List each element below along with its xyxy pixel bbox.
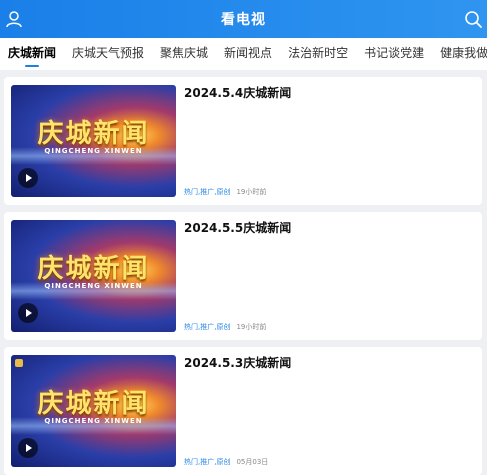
video-time: 05月03日 xyxy=(236,458,269,466)
video-thumbnail[interactable]: 庆城新闻 QINGCHENG XINWEN xyxy=(11,355,176,467)
thumbnail-subtitle: QINGCHENG XINWEN xyxy=(44,282,143,290)
tab-qingcheng-news[interactable]: 庆城新闻 xyxy=(0,38,64,70)
play-icon[interactable] xyxy=(18,438,38,458)
top-bar: 看电视 xyxy=(0,0,487,38)
video-title[interactable]: 2024.5.5庆城新闻 xyxy=(184,219,291,236)
list-item[interactable]: 庆城新闻 QINGCHENG XINWEN 2024.5.5庆城新闻 热门,推广… xyxy=(4,212,482,340)
video-meta: 热门,推广,原创 19小时前 xyxy=(184,322,266,332)
video-title[interactable]: 2024.5.4庆城新闻 xyxy=(184,84,291,101)
tab-health[interactable]: 健康我做主 xyxy=(432,38,487,70)
video-tags: 热门,推广,原创 xyxy=(184,458,231,466)
tab-news-view[interactable]: 新闻视点 xyxy=(216,38,280,70)
tab-weather[interactable]: 庆城天气预报 xyxy=(64,38,152,70)
video-tags: 热门,推广,原创 xyxy=(184,188,231,196)
play-icon[interactable] xyxy=(18,168,38,188)
thumbnail-title: 庆城新闻 xyxy=(37,389,150,419)
tab-focus[interactable]: 聚焦庆城 xyxy=(152,38,216,70)
video-time: 19小时前 xyxy=(236,323,267,331)
video-time: 19小时前 xyxy=(236,188,267,196)
thumbnail-subtitle: QINGCHENG XINWEN xyxy=(44,147,143,155)
play-icon[interactable] xyxy=(18,303,38,323)
tab-law[interactable]: 法治新时空 xyxy=(280,38,356,70)
category-tabs: 庆城新闻 庆城天气预报 聚焦庆城 新闻视点 法治新时空 书记谈党建 健康我做主 xyxy=(0,38,487,70)
thumbnail-title: 庆城新闻 xyxy=(37,254,150,284)
user-icon[interactable] xyxy=(4,9,24,29)
thumbnail-subtitle: QINGCHENG XINWEN xyxy=(44,417,143,425)
tab-party[interactable]: 书记谈党建 xyxy=(356,38,432,70)
video-meta: 热门,推广,原创 05月03日 xyxy=(184,457,268,467)
search-icon[interactable] xyxy=(463,9,483,29)
list-item[interactable]: 庆城新闻 QINGCHENG XINWEN 2024.5.3庆城新闻 热门,推广… xyxy=(4,347,482,475)
channel-logo-icon xyxy=(15,359,23,367)
page-title: 看电视 xyxy=(221,12,266,28)
thumbnail-title: 庆城新闻 xyxy=(37,119,150,149)
video-meta: 热门,推广,原创 19小时前 xyxy=(184,187,266,197)
video-title[interactable]: 2024.5.3庆城新闻 xyxy=(184,354,291,371)
video-thumbnail[interactable]: 庆城新闻 QINGCHENG XINWEN xyxy=(11,85,176,197)
video-tags: 热门,推广,原创 xyxy=(184,323,231,331)
list-item[interactable]: 庆城新闻 QINGCHENG XINWEN 2024.5.4庆城新闻 热门,推广… xyxy=(4,77,482,205)
video-thumbnail[interactable]: 庆城新闻 QINGCHENG XINWEN xyxy=(11,220,176,332)
